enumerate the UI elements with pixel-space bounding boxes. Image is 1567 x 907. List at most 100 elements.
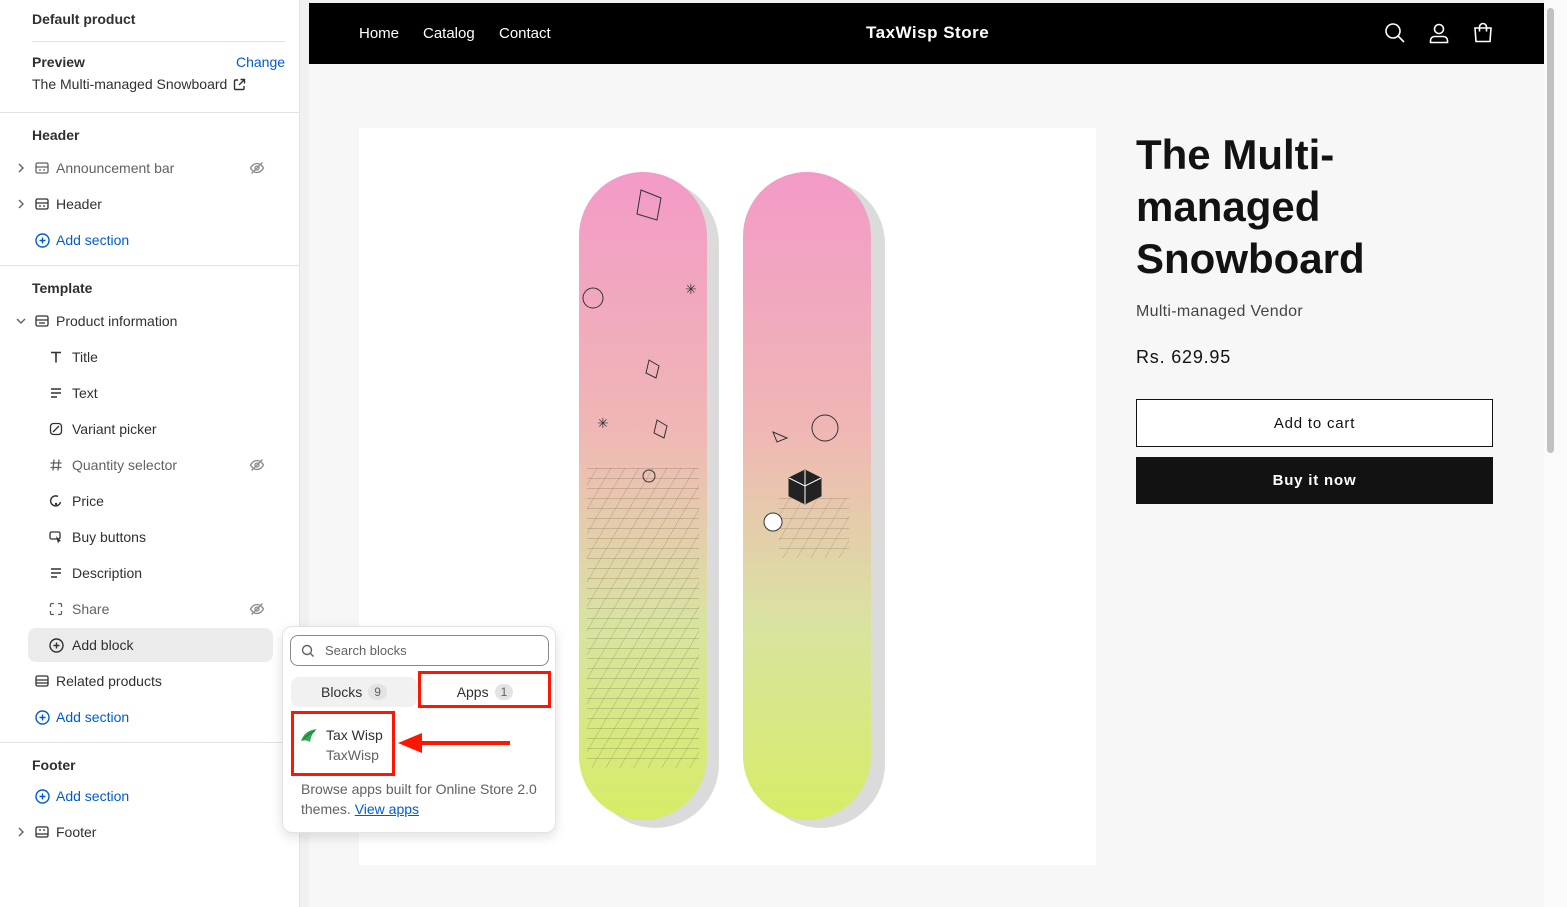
template-group-title: Template	[32, 280, 93, 296]
block-description[interactable]: Description	[48, 559, 142, 587]
hash-icon	[48, 457, 64, 473]
external-link-icon	[234, 78, 246, 90]
chevron-right-icon[interactable]	[14, 827, 28, 837]
section-header[interactable]: Header	[14, 190, 102, 218]
add-block-button[interactable]: Add block	[48, 631, 133, 659]
tab-label: Blocks	[321, 684, 363, 700]
add-section-label: Add section	[56, 232, 130, 248]
block-label: Buy buttons	[72, 529, 146, 545]
section-icon	[34, 313, 50, 329]
add-section-header[interactable]: Add section	[14, 226, 129, 254]
block-label: Variant picker	[72, 421, 157, 437]
nav-catalog[interactable]: Catalog	[423, 25, 475, 42]
section-icon	[34, 824, 50, 840]
cart-icon[interactable]	[1472, 22, 1494, 44]
product-price: Rs. 629.95	[1136, 347, 1232, 367]
section-label: Footer	[56, 824, 97, 840]
change-preview-link[interactable]: Change	[236, 54, 285, 70]
add-section-label: Add section	[56, 709, 130, 725]
section-label: Announcement bar	[56, 160, 175, 176]
block-text[interactable]: Text	[48, 379, 98, 407]
svg-text:✳: ✳	[597, 416, 609, 432]
block-variant-picker[interactable]: Variant picker	[48, 415, 157, 443]
nav-home[interactable]: Home	[359, 25, 399, 42]
search-blocks-input[interactable]: Search blocks	[290, 635, 549, 666]
eye-hidden-icon[interactable]	[249, 160, 265, 176]
footer-group-title: Footer	[32, 757, 76, 773]
scrollbar-thumb[interactable]	[1547, 8, 1554, 453]
variant-icon	[48, 421, 64, 437]
browse-apps-text: Browse apps built for Online Store 2.0 t…	[301, 779, 546, 819]
buy-now-button[interactable]: Buy it now	[1136, 457, 1493, 504]
block-label: Description	[72, 565, 143, 581]
block-label: Price	[72, 493, 104, 509]
plus-circle-icon	[34, 788, 50, 804]
divider	[0, 265, 300, 266]
block-share[interactable]: Share	[48, 595, 109, 623]
section-icon	[34, 160, 50, 176]
cursor-icon	[48, 529, 64, 545]
text-icon	[48, 565, 64, 581]
search-placeholder: Search blocks	[325, 643, 407, 658]
search-icon[interactable]	[1384, 22, 1406, 44]
view-apps-link[interactable]: View apps	[355, 801, 419, 817]
preview-label: Preview	[32, 54, 85, 70]
app-highlight-box	[291, 711, 395, 776]
section-announcement-bar[interactable]: Announcement bar	[14, 154, 174, 182]
product-title: The Multi-managed Snowboard	[1136, 131, 1365, 282]
section-icon	[34, 673, 50, 689]
eye-hidden-icon[interactable]	[249, 601, 265, 617]
plus-circle-icon	[34, 709, 50, 725]
title-icon	[48, 349, 64, 365]
section-icon	[34, 196, 50, 212]
block-label: Text	[72, 385, 98, 401]
divider	[0, 112, 300, 113]
section-label: Related products	[56, 673, 162, 689]
share-icon	[48, 601, 64, 617]
add-section-template[interactable]: Add section	[14, 703, 129, 731]
divider	[32, 41, 285, 42]
svg-text:✳: ✳	[685, 282, 697, 298]
text-icon	[48, 385, 64, 401]
account-icon[interactable]	[1428, 22, 1450, 44]
preview-product-name: The Multi-managed Snowboard	[32, 76, 228, 92]
store-header: Home Catalog Contact TaxWisp Store	[309, 3, 1544, 64]
store-brand[interactable]: TaxWisp Store	[866, 23, 989, 43]
plus-circle-icon	[34, 232, 50, 248]
section-label: Product information	[56, 313, 178, 329]
add-section-footer[interactable]: Add section	[14, 782, 129, 810]
section-label: Header	[56, 196, 102, 212]
price-tag-icon	[48, 493, 64, 509]
block-label: Quantity selector	[72, 457, 178, 473]
theme-editor-sidebar: Default product Preview Change The Multi…	[0, 0, 300, 907]
tab-blocks[interactable]: Blocks 9	[291, 677, 417, 707]
template-title: Default product	[32, 11, 136, 27]
nav-contact[interactable]: Contact	[499, 25, 551, 42]
add-block-label: Add block	[72, 637, 134, 653]
add-block-popover: Search blocks Blocks 9 Apps 1 Tax Wisp T…	[282, 626, 556, 833]
chevron-right-icon[interactable]	[14, 199, 28, 209]
tab-count: 9	[368, 684, 387, 700]
add-section-label: Add section	[56, 788, 130, 804]
divider	[0, 742, 300, 743]
block-price[interactable]: Price	[48, 487, 104, 515]
eye-hidden-icon[interactable]	[249, 457, 265, 473]
search-icon	[301, 644, 314, 657]
block-title[interactable]: Title	[48, 343, 98, 371]
section-product-information[interactable]: Product information	[14, 307, 177, 335]
chevron-right-icon[interactable]	[14, 163, 28, 173]
plus-circle-icon	[48, 637, 64, 653]
block-label: Title	[72, 349, 98, 365]
chevron-down-icon[interactable]	[14, 317, 28, 325]
block-buy-buttons[interactable]: Buy buttons	[48, 523, 146, 551]
header-group-title: Header	[32, 127, 80, 143]
annotation-arrow-icon	[398, 733, 510, 753]
section-footer[interactable]: Footer	[14, 818, 96, 846]
preview-product[interactable]: The Multi-managed Snowboard	[32, 76, 246, 92]
product-vendor: Multi-managed Vendor	[1136, 303, 1303, 320]
apps-tab-highlight-box	[418, 671, 551, 708]
block-label: Share	[72, 601, 110, 617]
add-to-cart-button[interactable]: Add to cart	[1136, 399, 1493, 447]
section-related-products[interactable]: Related products	[14, 667, 162, 695]
block-quantity-selector[interactable]: Quantity selector	[48, 451, 177, 479]
